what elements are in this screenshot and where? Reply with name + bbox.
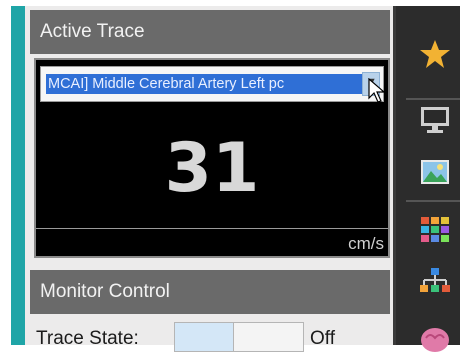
velocity-unit: cm/s [348, 234, 384, 253]
trace-select-value[interactable]: MCAI] Middle Cerebral Artery Left pc [46, 74, 363, 94]
trace-state-label: Trace State: [36, 328, 139, 349]
toolbar-separator [406, 98, 460, 100]
trace-state-value: Off [310, 328, 335, 349]
velocity-value: 31 [164, 129, 260, 208]
star-icon[interactable] [418, 38, 452, 72]
trace-state-toggle[interactable] [174, 322, 304, 352]
trace-state-row: Trace State: Off [34, 322, 390, 352]
toggle-knob[interactable] [175, 323, 234, 351]
value-divider [36, 228, 388, 229]
toolbar-separator [406, 200, 460, 202]
active-trace-display: MCAI] Middle Cerebral Artery Left pc ▼ 3… [34, 58, 390, 258]
brain-icon[interactable] [418, 320, 452, 354]
image-icon[interactable] [418, 155, 452, 189]
grid-icon[interactable] [418, 213, 452, 247]
monitor-control-header: Monitor Control [30, 270, 390, 314]
monitor-icon[interactable] [418, 103, 452, 137]
network-icon[interactable] [418, 265, 452, 299]
mouse-cursor-icon [368, 78, 386, 103]
trace-select[interactable]: MCAI] Middle Cerebral Artery Left pc ▼ [40, 66, 384, 102]
left-edge-accent [11, 6, 25, 345]
active-trace-header: Active Trace [30, 10, 390, 54]
